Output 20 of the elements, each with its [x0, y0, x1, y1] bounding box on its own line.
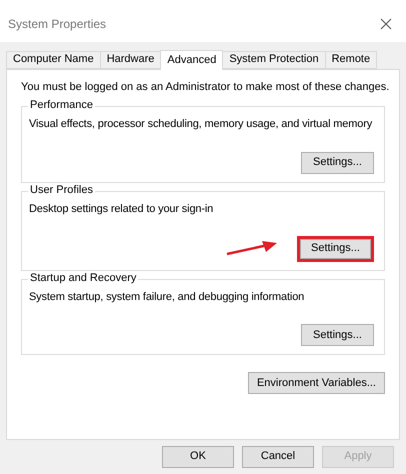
tab[interactable]: Advanced	[160, 50, 224, 70]
group-description: System startup, system failure, and debugging information	[29, 290, 304, 304]
tab[interactable]: Hardware	[100, 51, 162, 69]
group-description: Visual effects, processor scheduling, memory usage, and virtual memory	[29, 117, 372, 132]
arrow-icon	[226, 240, 278, 256]
group-description: Desktop settings related to your sign-in	[29, 202, 214, 216]
group-title: User Profiles	[28, 184, 95, 196]
group-title: Performance	[28, 99, 95, 112]
group-title: Startup and Recovery	[28, 272, 138, 284]
dialog-button[interactable]: Cancel	[242, 446, 314, 468]
tab[interactable]: System Protection	[222, 51, 326, 69]
environment-variables-button[interactable]: Environment Variables...	[248, 372, 385, 394]
tab[interactable]: Computer Name	[6, 51, 101, 69]
settings-button[interactable]: Settings...	[301, 324, 374, 346]
settings-button[interactable]: Settings...	[297, 236, 374, 262]
dialog-button[interactable]: OK	[162, 446, 234, 468]
window-title: System Properties	[8, 17, 106, 31]
settings-button[interactable]: Settings...	[301, 152, 374, 174]
tab[interactable]: Remote	[324, 51, 378, 69]
close-icon[interactable]	[380, 18, 392, 30]
